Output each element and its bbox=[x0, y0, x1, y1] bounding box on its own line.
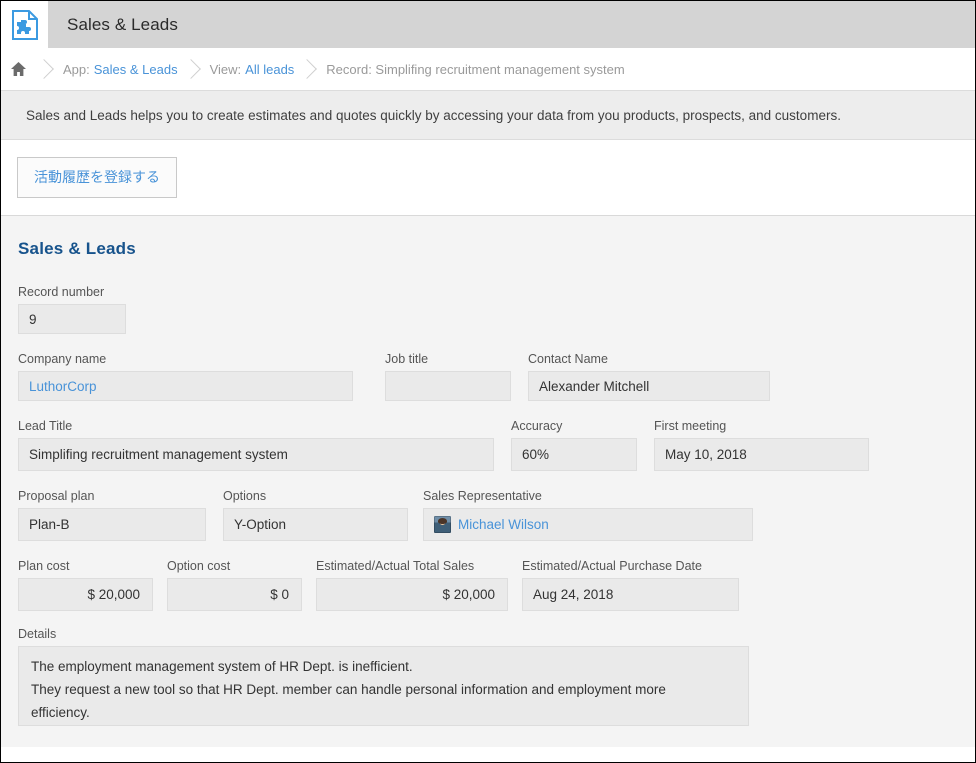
lead-title-field[interactable]: Simplifing recruitment management system bbox=[18, 438, 494, 471]
job-title-field[interactable] bbox=[385, 371, 511, 401]
options-field[interactable]: Y-Option bbox=[223, 508, 408, 541]
accuracy-field[interactable]: 60% bbox=[511, 438, 637, 471]
breadcrumb: App: Sales & Leads View: All leads Recor… bbox=[1, 48, 975, 91]
document-puzzle-icon bbox=[1, 1, 48, 48]
plan-cost-field[interactable]: $ 20,000 bbox=[18, 578, 153, 611]
breadcrumb-separator bbox=[298, 48, 318, 90]
sales-representative-field[interactable]: Michael Wilson bbox=[423, 508, 753, 541]
record-number-label: Record number bbox=[18, 285, 105, 299]
breadcrumb-app-prefix: App: bbox=[63, 61, 90, 77]
purchase-date-label: Estimated/Actual Purchase Date bbox=[522, 559, 702, 573]
total-sales-field[interactable]: $ 20,000 bbox=[316, 578, 508, 611]
company-name-label: Company name bbox=[18, 352, 107, 366]
details-label: Details bbox=[18, 627, 57, 641]
title-bar: Sales & Leads bbox=[1, 1, 975, 48]
sales-representative-link[interactable]: Michael Wilson bbox=[458, 517, 549, 532]
form-heading: Sales & Leads bbox=[18, 239, 136, 258]
proposal-plan-field[interactable]: Plan-B bbox=[18, 508, 206, 541]
first-meeting-label: First meeting bbox=[654, 419, 727, 433]
home-icon[interactable] bbox=[1, 48, 35, 90]
record-form: Sales & Leads Record number 9 Company na… bbox=[1, 216, 975, 747]
app-description-text: Sales and Leads helps you to create esti… bbox=[26, 107, 841, 123]
user-photo-avatar bbox=[434, 516, 451, 533]
register-activity-button[interactable]: 活動履歴を登録する bbox=[17, 157, 177, 198]
options-label: Options bbox=[223, 489, 267, 503]
contact-name-label: Contact Name bbox=[528, 352, 608, 366]
details-line-2: They request a new tool so that HR Dept.… bbox=[31, 682, 666, 697]
job-title-label: Job title bbox=[385, 352, 429, 366]
breadcrumb-view-prefix: View: bbox=[209, 61, 242, 77]
app-description-banner: Sales and Leads helps you to create esti… bbox=[1, 91, 975, 140]
breadcrumb-item-record: Record: Simplifing recruitment managemen… bbox=[318, 48, 628, 90]
purchase-date-field[interactable]: Aug 24, 2018 bbox=[522, 578, 739, 611]
application-window: Sales & Leads App: Sales & Leads View: A… bbox=[0, 0, 976, 763]
company-name-link[interactable]: LuthorCorp bbox=[29, 379, 97, 394]
plan-cost-label: Plan cost bbox=[18, 559, 70, 573]
breadcrumb-view-link[interactable]: All leads bbox=[241, 62, 294, 77]
record-number-field[interactable]: 9 bbox=[18, 304, 126, 334]
breadcrumb-app-link[interactable]: Sales & Leads bbox=[90, 62, 178, 77]
details-line-3: efficiency. bbox=[31, 705, 90, 720]
option-cost-field[interactable]: $ 0 bbox=[167, 578, 302, 611]
proposal-plan-label: Proposal plan bbox=[18, 489, 95, 503]
company-name-field[interactable]: LuthorCorp bbox=[18, 371, 353, 401]
total-sales-label: Estimated/Actual Total Sales bbox=[316, 559, 475, 573]
action-bar: 活動履歴を登録する bbox=[1, 140, 975, 216]
details-field[interactable]: The employment management system of HR D… bbox=[18, 646, 749, 726]
first-meeting-field[interactable]: May 10, 2018 bbox=[654, 438, 869, 471]
sales-representative-label: Sales Representative bbox=[423, 489, 542, 503]
option-cost-label: Option cost bbox=[167, 559, 231, 573]
contact-name-field[interactable]: Alexander Mitchell bbox=[528, 371, 770, 401]
breadcrumb-separator bbox=[182, 48, 202, 90]
accuracy-label: Accuracy bbox=[511, 419, 563, 433]
breadcrumb-record-label: Record: Simplifing recruitment managemen… bbox=[326, 61, 625, 77]
breadcrumb-item-app[interactable]: App: Sales & Leads bbox=[55, 48, 182, 90]
app-title: Sales & Leads bbox=[67, 14, 178, 34]
breadcrumb-item-view[interactable]: View: All leads bbox=[202, 48, 299, 90]
lead-title-label: Lead Title bbox=[18, 419, 73, 433]
breadcrumb-separator bbox=[35, 48, 55, 90]
details-line-1: The employment management system of HR D… bbox=[31, 659, 413, 674]
